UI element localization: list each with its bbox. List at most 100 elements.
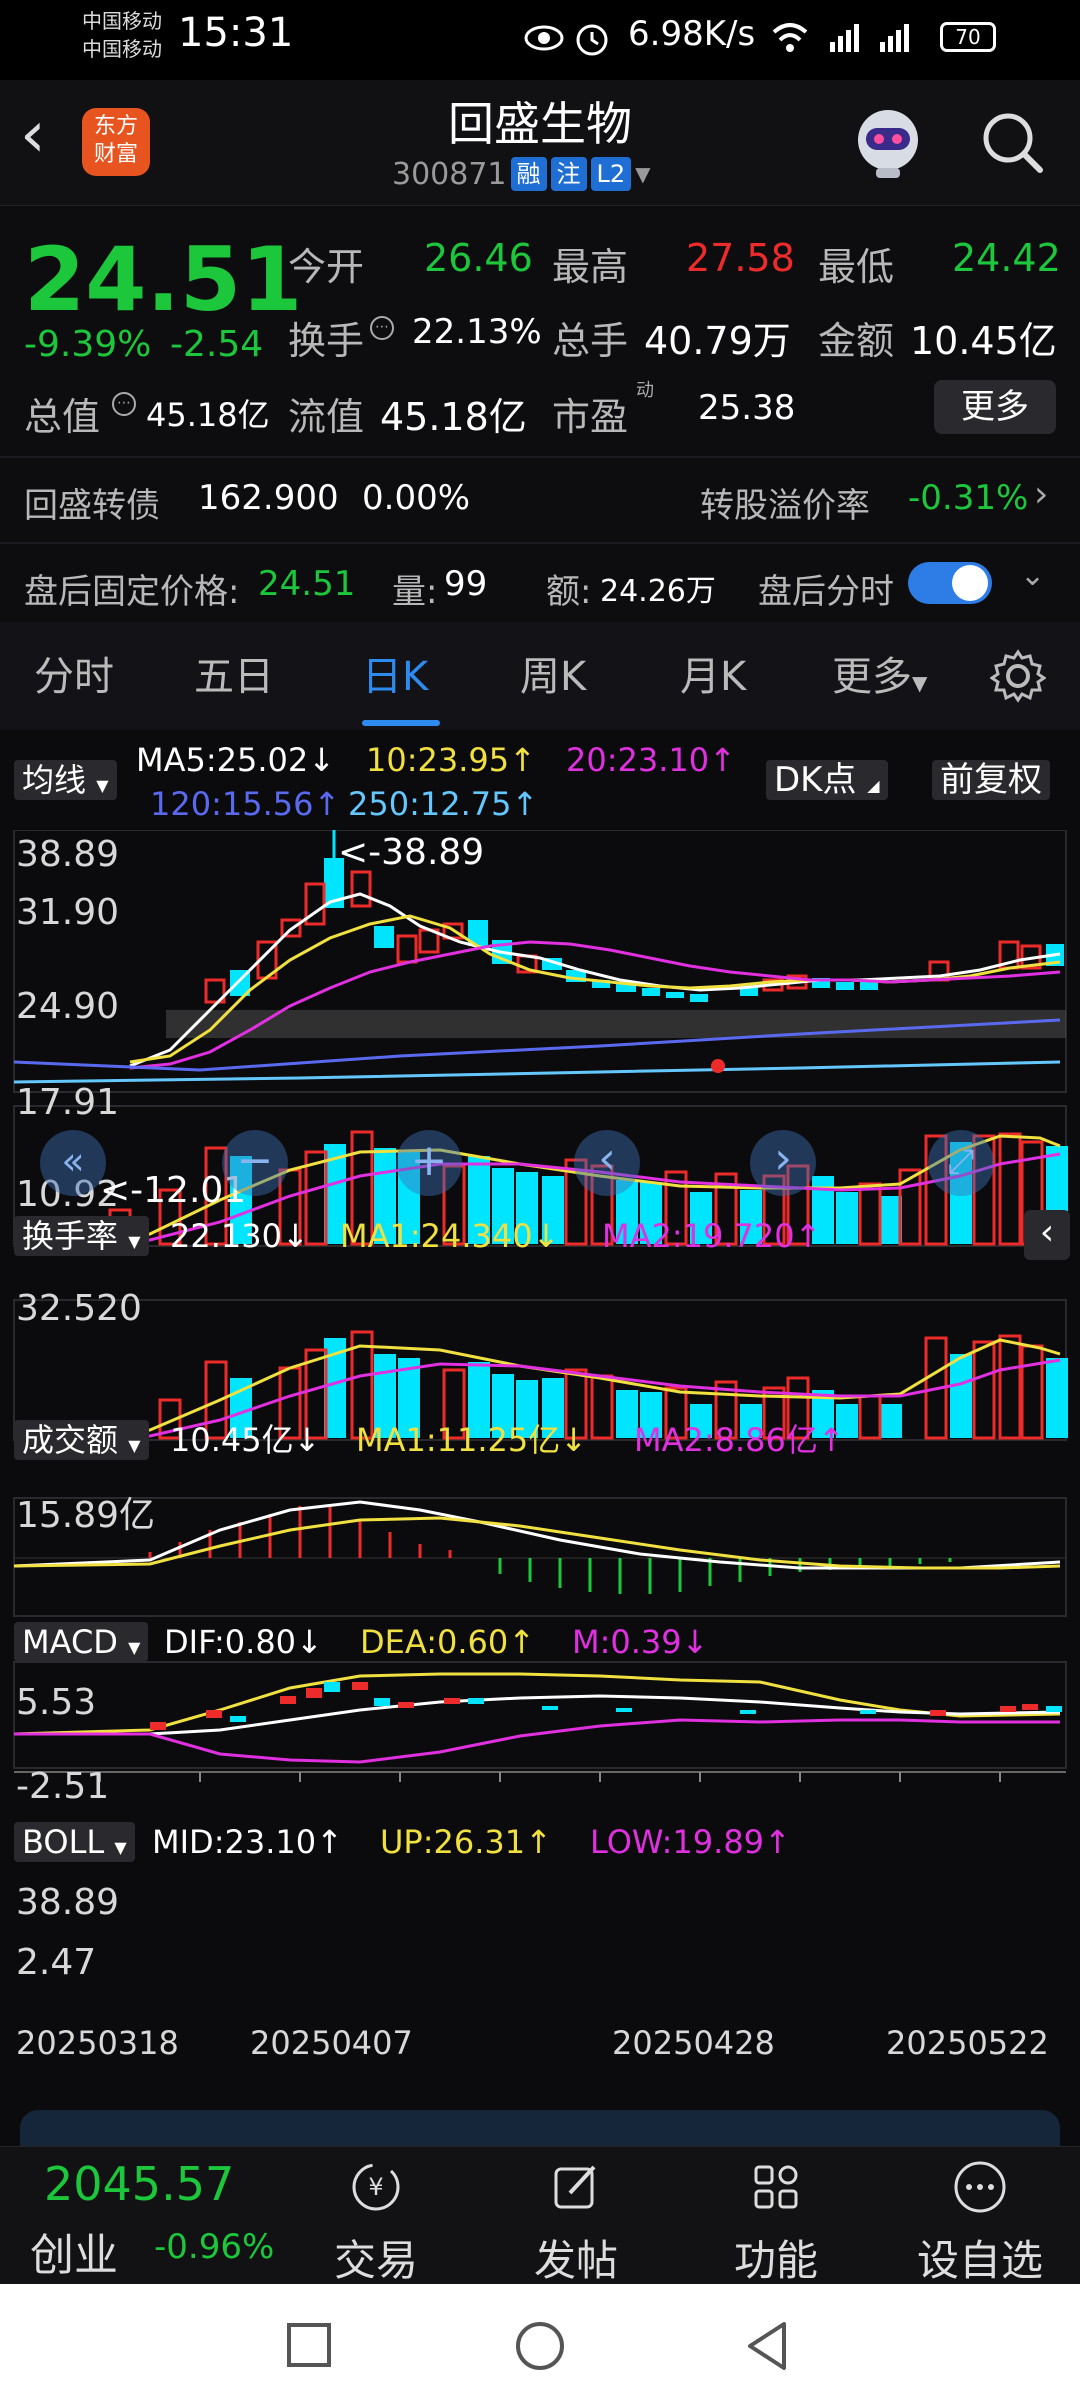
info-icon[interactable]: ⋯ bbox=[112, 392, 136, 416]
boll-indicator-button[interactable]: BOLL ▼ bbox=[14, 1822, 135, 1862]
max-price-annotation: <-38.89 bbox=[338, 832, 485, 873]
tag-register: 注 bbox=[550, 157, 587, 191]
macd-y-label-top: 5.53 bbox=[16, 1682, 97, 1723]
tab-weekly-k[interactable]: 周K bbox=[520, 644, 586, 702]
tag-margin: 融 bbox=[510, 157, 547, 191]
divider bbox=[0, 542, 1080, 544]
tab-more[interactable]: 更多▼ bbox=[832, 644, 927, 702]
search-icon[interactable] bbox=[976, 106, 1048, 178]
chevron-right-icon[interactable]: › bbox=[1034, 474, 1048, 515]
ma20-value: 20:23.10↑ bbox=[566, 741, 736, 779]
macd-dif: DIF:0.80↓ bbox=[164, 1623, 323, 1661]
bond-price: 162.900 bbox=[198, 478, 339, 518]
y-label-1: 38.89 bbox=[16, 834, 120, 875]
boll-frame bbox=[13, 1661, 1067, 1769]
macd-indicator-button[interactable]: MACD ▼ bbox=[14, 1622, 149, 1662]
open-value: 26.46 bbox=[424, 236, 533, 280]
nav-functions-label: 功能 bbox=[733, 2236, 818, 2285]
plus-icon[interactable]: + bbox=[396, 1130, 462, 1196]
kline-chart-area[interactable]: 均线 ▼ MA5:25.02↓ 10:23.95↑ 20:23.10↑ 120:… bbox=[0, 730, 1080, 2100]
adjust-button[interactable]: 前复权 bbox=[932, 760, 1050, 800]
nav-post[interactable]: 发帖 bbox=[506, 2157, 646, 2288]
robot-assistant-icon[interactable] bbox=[846, 102, 930, 182]
quote-panel: 24.51 -9.39% -2.54 今开 26.46 最高 27.58 最低 … bbox=[0, 206, 1080, 622]
date-label-1: 20250318 bbox=[16, 2024, 179, 2062]
info-icon[interactable]: ⋯ bbox=[370, 316, 394, 340]
ma-button-label: 均线 bbox=[22, 761, 87, 799]
y-label-4: 17.91 bbox=[16, 1082, 120, 1123]
current-price: 24.51 bbox=[24, 228, 303, 331]
tag-l2: L2 bbox=[590, 157, 632, 191]
fullscreen-icon[interactable]: ⤢ bbox=[928, 1130, 994, 1196]
grid-icon bbox=[754, 2165, 798, 2209]
recent-apps-icon[interactable] bbox=[286, 2322, 332, 2368]
premium-value: -0.31% bbox=[908, 478, 1029, 518]
low-value: 24.42 bbox=[952, 236, 1061, 280]
change-amount: -2.54 bbox=[170, 324, 264, 365]
change-percent: -9.39% bbox=[24, 324, 152, 365]
date-label-3: 20250428 bbox=[612, 2024, 775, 2062]
nav-functions[interactable]: 功能 bbox=[706, 2157, 846, 2288]
amount-indicator-button[interactable]: 成交额 ▼ bbox=[14, 1420, 149, 1460]
turnover-indicator-button[interactable]: 换手率 ▼ bbox=[14, 1216, 149, 1256]
boll-button-label: BOLL bbox=[22, 1823, 105, 1861]
nav-watchlist-label: 设自选 bbox=[916, 2236, 1043, 2285]
turnover-ma1: MA1:24.340↓ bbox=[340, 1217, 560, 1255]
chevron-down-icon[interactable]: ⌄ bbox=[1020, 558, 1045, 593]
amount-label: 金额 bbox=[818, 319, 895, 363]
amount-value: 10.45亿 bbox=[910, 319, 1057, 363]
macd-m: M:0.39↓ bbox=[572, 1623, 709, 1661]
tab-monthly-k[interactable]: 月K bbox=[680, 644, 746, 702]
zoom-out-icon[interactable]: « bbox=[40, 1130, 106, 1196]
turnover-y-label: 32.520 bbox=[16, 1288, 142, 1329]
float-label: 流值 bbox=[288, 395, 365, 439]
boll-low: LOW:19.89↑ bbox=[590, 1823, 791, 1861]
bottom-nav: 2045.57 创业 -0.96% ¥ 交易 发帖 功能 设自选 bbox=[0, 2146, 1080, 2285]
ma-selector-button[interactable]: 均线 ▼ bbox=[14, 760, 117, 800]
dk-point-button[interactable]: DK点 ◢ bbox=[766, 760, 888, 800]
back-nav-icon[interactable] bbox=[744, 2320, 790, 2372]
index-widget[interactable]: 2045.57 创业 -0.96% bbox=[30, 2157, 290, 2281]
after-amount: 24.26万 bbox=[600, 574, 716, 609]
ma5-value: MA5:25.02↓ bbox=[136, 741, 336, 779]
chevron-right-icon[interactable]: › bbox=[750, 1130, 816, 1196]
more-button[interactable]: 更多 bbox=[934, 380, 1056, 434]
macd-button-label: MACD bbox=[22, 1623, 118, 1661]
after-hours-toggle[interactable] bbox=[908, 562, 992, 604]
boll-up: UP:26.31↑ bbox=[380, 1823, 552, 1861]
ma250-value: 250:12.75↑ bbox=[348, 785, 539, 823]
y-label-2: 31.90 bbox=[16, 892, 120, 933]
signal-icons bbox=[772, 23, 909, 52]
bond-label[interactable]: 回盛转债 bbox=[24, 478, 160, 527]
price-band bbox=[166, 1010, 1066, 1038]
battery-icon: 70 bbox=[940, 22, 996, 52]
collapse-panel-icon[interactable]: ‹ bbox=[1024, 1210, 1070, 1260]
macd-y-label-bottom: -2.51 bbox=[16, 1766, 110, 1807]
home-icon[interactable] bbox=[514, 2320, 566, 2372]
amount-y-label: 15.89亿 bbox=[16, 1495, 156, 1536]
minus-icon[interactable]: − bbox=[222, 1130, 288, 1196]
active-tab-indicator bbox=[362, 720, 440, 726]
divider bbox=[0, 456, 1080, 458]
tab-more-label: 更多 bbox=[832, 654, 912, 700]
chevron-left-icon[interactable]: ‹ bbox=[574, 1130, 640, 1196]
nav-trade[interactable]: ¥ 交易 bbox=[306, 2157, 446, 2288]
pe-value: 25.38 bbox=[698, 388, 796, 428]
macd-dea: DEA:0.60↑ bbox=[360, 1623, 536, 1661]
tab-five-day[interactable]: 五日 bbox=[194, 644, 274, 702]
index-value: 2045.57 bbox=[44, 2157, 235, 2211]
volume-value: 40.79万 bbox=[644, 319, 791, 363]
after-time-label: 盘后分时 bbox=[758, 572, 894, 612]
eye-alarm-icons bbox=[524, 24, 608, 56]
turnover-button-label: 换手率 bbox=[22, 1217, 119, 1255]
settings-gear-icon[interactable] bbox=[990, 648, 1046, 704]
tab-intraday[interactable]: 分时 bbox=[34, 644, 114, 702]
index-change: -0.96% bbox=[154, 2227, 275, 2267]
status-bar: 中国移动 中国移动 15:31 6.98K/s 70 bbox=[0, 0, 1080, 80]
tab-daily-k[interactable]: 日K bbox=[362, 644, 428, 702]
nav-watchlist[interactable]: 设自选 bbox=[910, 2157, 1050, 2288]
turnover-indicator-value: 22.130↓ bbox=[170, 1217, 309, 1255]
news-banner-peek[interactable] bbox=[20, 2110, 1060, 2146]
stock-code-row[interactable]: 300871 融 注 L2 ▼ bbox=[392, 154, 651, 194]
app-header: ‹ 东方 财富 回盛生物 300871 融 注 L2 ▼ bbox=[0, 80, 1080, 206]
